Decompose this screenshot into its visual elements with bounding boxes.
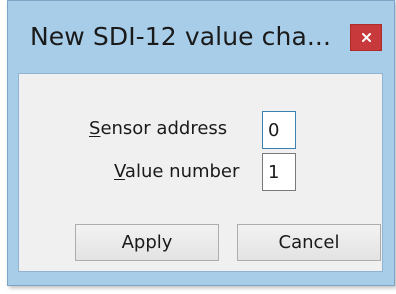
value-number-label-text: alue number (124, 161, 240, 182)
close-button[interactable] (350, 24, 382, 51)
dialog-body: Sensor address Value number Apply Cancel (18, 73, 383, 272)
window-title: New SDI-12 value cha... (30, 22, 332, 51)
close-icon (361, 33, 371, 42)
value-number-accel-key: V (114, 161, 125, 182)
value-number-input[interactable] (262, 153, 296, 191)
sensor-address-label: Sensor address (89, 118, 227, 139)
apply-button[interactable]: Apply (75, 224, 219, 261)
sensor-address-label-text: ensor address (100, 118, 228, 139)
value-number-label: Value number (114, 161, 239, 182)
sensor-address-input[interactable] (262, 111, 296, 149)
dialog-window: New SDI-12 value cha... Sensor address V… (7, 0, 395, 286)
cancel-button[interactable]: Cancel (237, 224, 381, 261)
sensor-address-accel-key: S (89, 118, 101, 139)
title-bar[interactable]: New SDI-12 value cha... (8, 1, 394, 73)
